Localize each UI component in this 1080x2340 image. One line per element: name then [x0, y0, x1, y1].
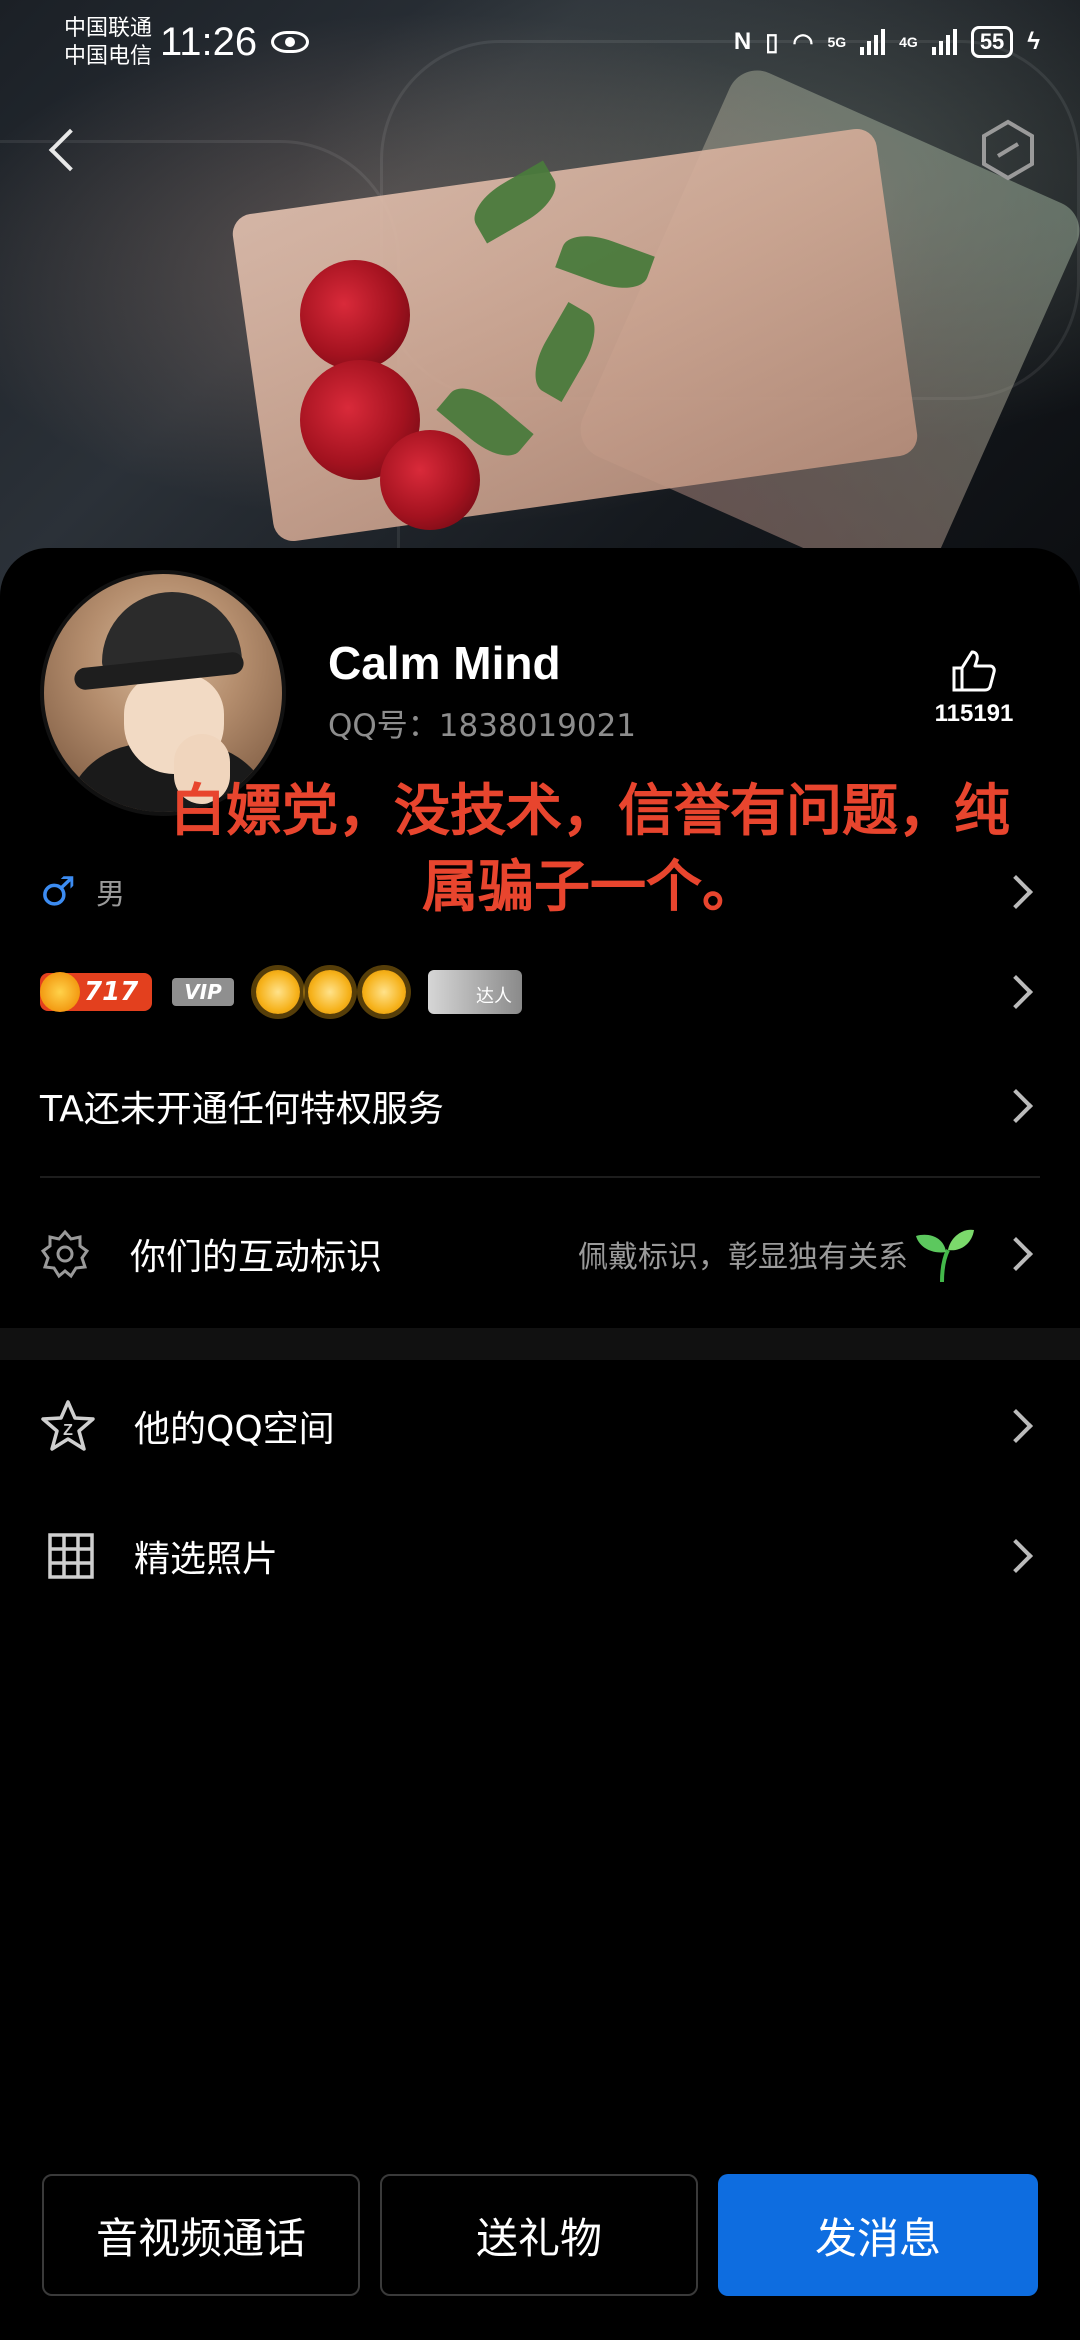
star-icon: Z	[41, 1400, 95, 1451]
rose-shape	[380, 430, 480, 530]
rose-shape	[300, 260, 410, 370]
privilege-row[interactable]: TA还未开通任何特权服务	[0, 1078, 1080, 1134]
sprout-icon	[916, 1229, 974, 1283]
grid-icon	[48, 1533, 94, 1579]
battery-icon: 55	[970, 26, 1014, 58]
chevron-right-icon	[999, 875, 1033, 909]
divider	[40, 1176, 1040, 1178]
sun-icon	[308, 970, 352, 1014]
chevron-right-icon	[999, 1237, 1033, 1271]
gender-text: 男	[96, 877, 126, 911]
charging-icon: ϟ	[1027, 28, 1040, 55]
network-label-2: 4G	[899, 34, 918, 50]
section-separator	[0, 1328, 1080, 1360]
sun-icon	[256, 970, 300, 1014]
like-count: 115191	[934, 700, 1014, 727]
clock: 11:26	[160, 19, 258, 64]
gender-row[interactable]: ♂ 男	[0, 864, 1080, 920]
status-icons: N ▯ ◠ 5G 4G 55 ϟ	[734, 26, 1040, 58]
vibrate-icon: ▯	[765, 28, 779, 56]
profile-name: Calm Mind	[328, 637, 561, 689]
status-bar: 中国联通 中国电信 11:26 N ▯ ◠ 5G 4G 55 ϟ	[0, 0, 1080, 84]
thumbs-up-icon	[952, 650, 996, 692]
like-button[interactable]: 115191	[928, 648, 1020, 728]
sun-icon	[362, 970, 406, 1014]
carrier-2: 中国电信	[64, 43, 153, 68]
carrier-1: 中国联通	[64, 15, 153, 40]
photos-row[interactable]: 精选照片	[0, 1526, 1080, 1586]
male-icon: ♂	[40, 869, 76, 915]
profile-page: 中国联通 中国电信 11:26 N ▯ ◠ 5G 4G 55 ϟ Calm Mi…	[0, 0, 1080, 2340]
badge-gear-icon	[40, 1229, 90, 1279]
signal-icon	[931, 29, 957, 55]
eye-icon	[271, 31, 310, 53]
hexagon-menu-icon[interactable]	[980, 118, 1036, 182]
chevron-right-icon	[999, 1409, 1033, 1443]
qzone-label: 他的QQ空间	[134, 1409, 335, 1450]
badges-row[interactable]: 717 VIP 达人	[0, 964, 1080, 1020]
qq-number[interactable]: QQ号：1838019021	[328, 700, 636, 745]
network-label-1: 5G	[827, 34, 847, 50]
daren-badge: 达人	[428, 970, 522, 1014]
send-message-button[interactable]: 发消息	[718, 2174, 1038, 2296]
signal-icon	[860, 29, 886, 55]
back-arrow-icon[interactable]	[40, 120, 90, 180]
carrier-info: 中国联通 中国电信	[64, 14, 152, 70]
level-coin-icon	[40, 972, 80, 1012]
interaction-mark-title: 你们的互动标识	[130, 1237, 383, 1278]
chevron-right-icon	[999, 975, 1033, 1009]
vip-badge: VIP	[172, 978, 234, 1006]
overlay-line-1: 白嫖党，没技术，信誉有问题，纯	[170, 779, 1010, 844]
interaction-mark-row[interactable]: 你们的互动标识 佩戴标识，彰显独有关系	[0, 1224, 1080, 1284]
photos-label: 精选照片	[134, 1539, 279, 1580]
interaction-mark-subtitle: 佩戴标识，彰显独有关系	[578, 1240, 908, 1275]
qzone-row[interactable]: Z 他的QQ空间	[0, 1396, 1080, 1456]
chevron-right-icon	[999, 1539, 1033, 1573]
cover-photo[interactable]	[0, 0, 1080, 600]
nfc-icon: N	[733, 28, 752, 55]
svg-text:Z: Z	[63, 1422, 73, 1439]
send-gift-button[interactable]: 送礼物	[380, 2174, 698, 2296]
chevron-right-icon	[999, 1089, 1033, 1123]
wifi-icon: ◠	[792, 28, 814, 56]
privilege-text: TA还未开通任何特权服务	[40, 1089, 444, 1130]
video-call-button[interactable]: 音视频通话	[42, 2174, 360, 2296]
